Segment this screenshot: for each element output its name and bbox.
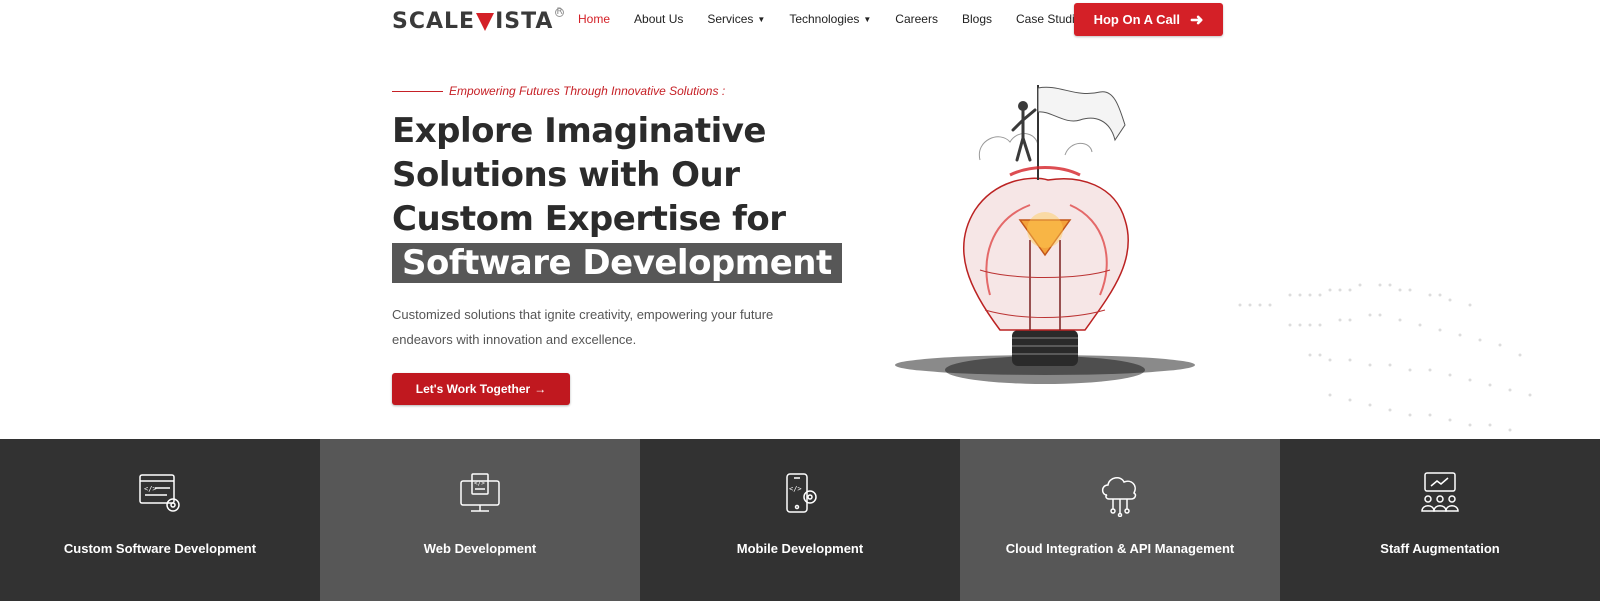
service-label: Custom Software Development [63,541,257,556]
logo-text-right: ISTA [495,8,554,34]
headline-highlight: Software Development [392,243,842,283]
hop-on-a-call-button[interactable]: Hop On A Call ➜ [1074,3,1223,36]
hero-description: Customized solutions that ignite creativ… [392,307,774,347]
svg-text:</>: </> [144,485,157,493]
service-custom-software-development[interactable]: </> Custom Software Development [0,439,320,601]
nav-item-label: Technologies [789,12,860,26]
nav-item-careers[interactable]: Careers [895,12,938,26]
chevron-down-icon: ▼ [757,14,766,24]
code-window-gear-icon: </> [137,471,183,517]
team-growth-icon [1417,471,1463,517]
monitor-code-icon: </> [457,471,503,517]
tagline-divider [392,90,443,92]
service-cloud-integration[interactable]: Cloud Integration & API Management [960,439,1280,601]
nav-item-blogs[interactable]: Blogs [962,12,992,26]
cta-label: Hop On A Call [1093,12,1181,27]
registered-icon: R [555,7,565,17]
arrow-right-icon: → [534,382,547,396]
mobile-code-gear-icon: </> [777,471,823,517]
logo-text-left: SCALE [392,8,476,34]
logo-v-mark-icon [476,13,495,31]
main-nav: Home About Us Services ▼ Technologies ▼ … [578,12,1111,26]
nav-item-label: Services [707,12,754,26]
nav-item-home[interactable]: Home [578,12,610,26]
nav-item-about-us[interactable]: About Us [634,12,683,26]
service-staff-augmentation[interactable]: Staff Augmentation [1280,439,1600,601]
logo[interactable]: SCALE ISTA R [392,7,565,34]
lightbulb-illustration [895,85,1195,384]
nav-item-label: Home [578,12,611,26]
arrow-right-icon: ➜ [1190,11,1204,29]
service-mobile-development[interactable]: </> Mobile Development [640,439,960,601]
headline-line: Explore Imaginative [392,111,766,151]
service-label: Mobile Development [736,541,864,556]
nav-item-label: Careers [895,12,938,26]
nav-item-technologies[interactable]: Technologies ▼ [789,12,871,26]
hero-headline: Explore Imaginative Solutions with Our C… [392,109,852,285]
tagline-text: Empowering Futures Through Innovative So… [449,84,726,98]
hero-tagline: Empowering Futures Through Innovative So… [392,84,725,98]
service-web-development[interactable]: </> Web Development [320,439,640,601]
chevron-down-icon: ▼ [863,14,872,24]
service-label: Staff Augmentation [1380,541,1500,556]
services-strip: </> Custom Software Development </> Web … [0,439,1600,601]
service-label: Web Development [423,541,537,556]
nav-item-services[interactable]: Services ▼ [707,12,765,26]
service-label: Cloud Integration & API Management [1005,541,1235,556]
nav-item-label: Blogs [961,12,993,26]
headline-line: Custom Expertise for [392,199,786,239]
svg-text:</>: </> [789,485,802,493]
world-map-dots-decoration [1238,283,1532,432]
headline-line: Solutions with Our [392,155,740,195]
lets-work-together-button[interactable]: Let's Work Together → [392,373,570,405]
nav-item-label: About Us [634,12,684,26]
button-label: Let's Work Together [415,382,531,396]
svg-text:</>: </> [474,480,485,487]
site-header: SCALE ISTA R Home About Us Services ▼ Te… [0,0,1600,40]
cloud-network-icon [1097,471,1143,517]
